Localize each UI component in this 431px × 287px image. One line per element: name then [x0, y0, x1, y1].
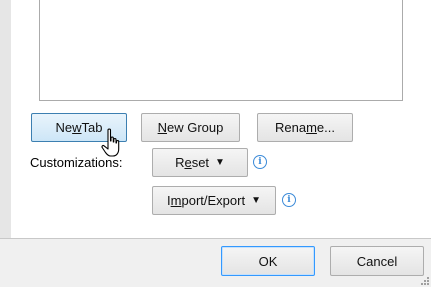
reset-info-icon[interactable]: i: [253, 155, 267, 169]
import-export-dropdown-button[interactable]: Im port/Export ▼: [152, 186, 276, 215]
dialog-footer: OK Cancel: [0, 239, 431, 287]
import-export-label-post: port/Export: [181, 193, 246, 208]
import-export-info-icon[interactable]: i: [282, 193, 296, 207]
cancel-button[interactable]: Cancel: [330, 246, 424, 276]
mouse-pointer-icon: [101, 128, 120, 157]
caret-down-icon: ▼: [215, 157, 225, 168]
reset-dropdown-button[interactable]: Re set ▼: [152, 148, 248, 177]
reset-label-post: set: [191, 155, 210, 170]
ok-button[interactable]: OK: [221, 246, 315, 276]
new-tab-label-post: Tab: [81, 120, 103, 135]
resize-grip-icon[interactable]: [421, 277, 429, 285]
reset-label-accel: e: [184, 155, 192, 170]
new-tab-label-pre: Ne: [55, 120, 73, 135]
rename-label-post: e...: [316, 120, 335, 135]
rename-button[interactable]: Rena m e...: [257, 113, 353, 142]
new-group-label-post: ew Group: [167, 120, 224, 135]
rename-label-accel: m: [306, 120, 317, 135]
import-export-label-accel: m: [170, 193, 182, 208]
new-tab-label-accel: w: [72, 120, 82, 135]
reset-label-pre: R: [175, 155, 185, 170]
new-group-button[interactable]: New Group: [141, 113, 240, 142]
caret-down-icon: ▼: [251, 195, 261, 206]
rename-label-pre: Rena: [275, 120, 307, 135]
tabs-list-box[interactable]: [39, 0, 403, 101]
new-group-label-accel: N: [157, 120, 167, 135]
